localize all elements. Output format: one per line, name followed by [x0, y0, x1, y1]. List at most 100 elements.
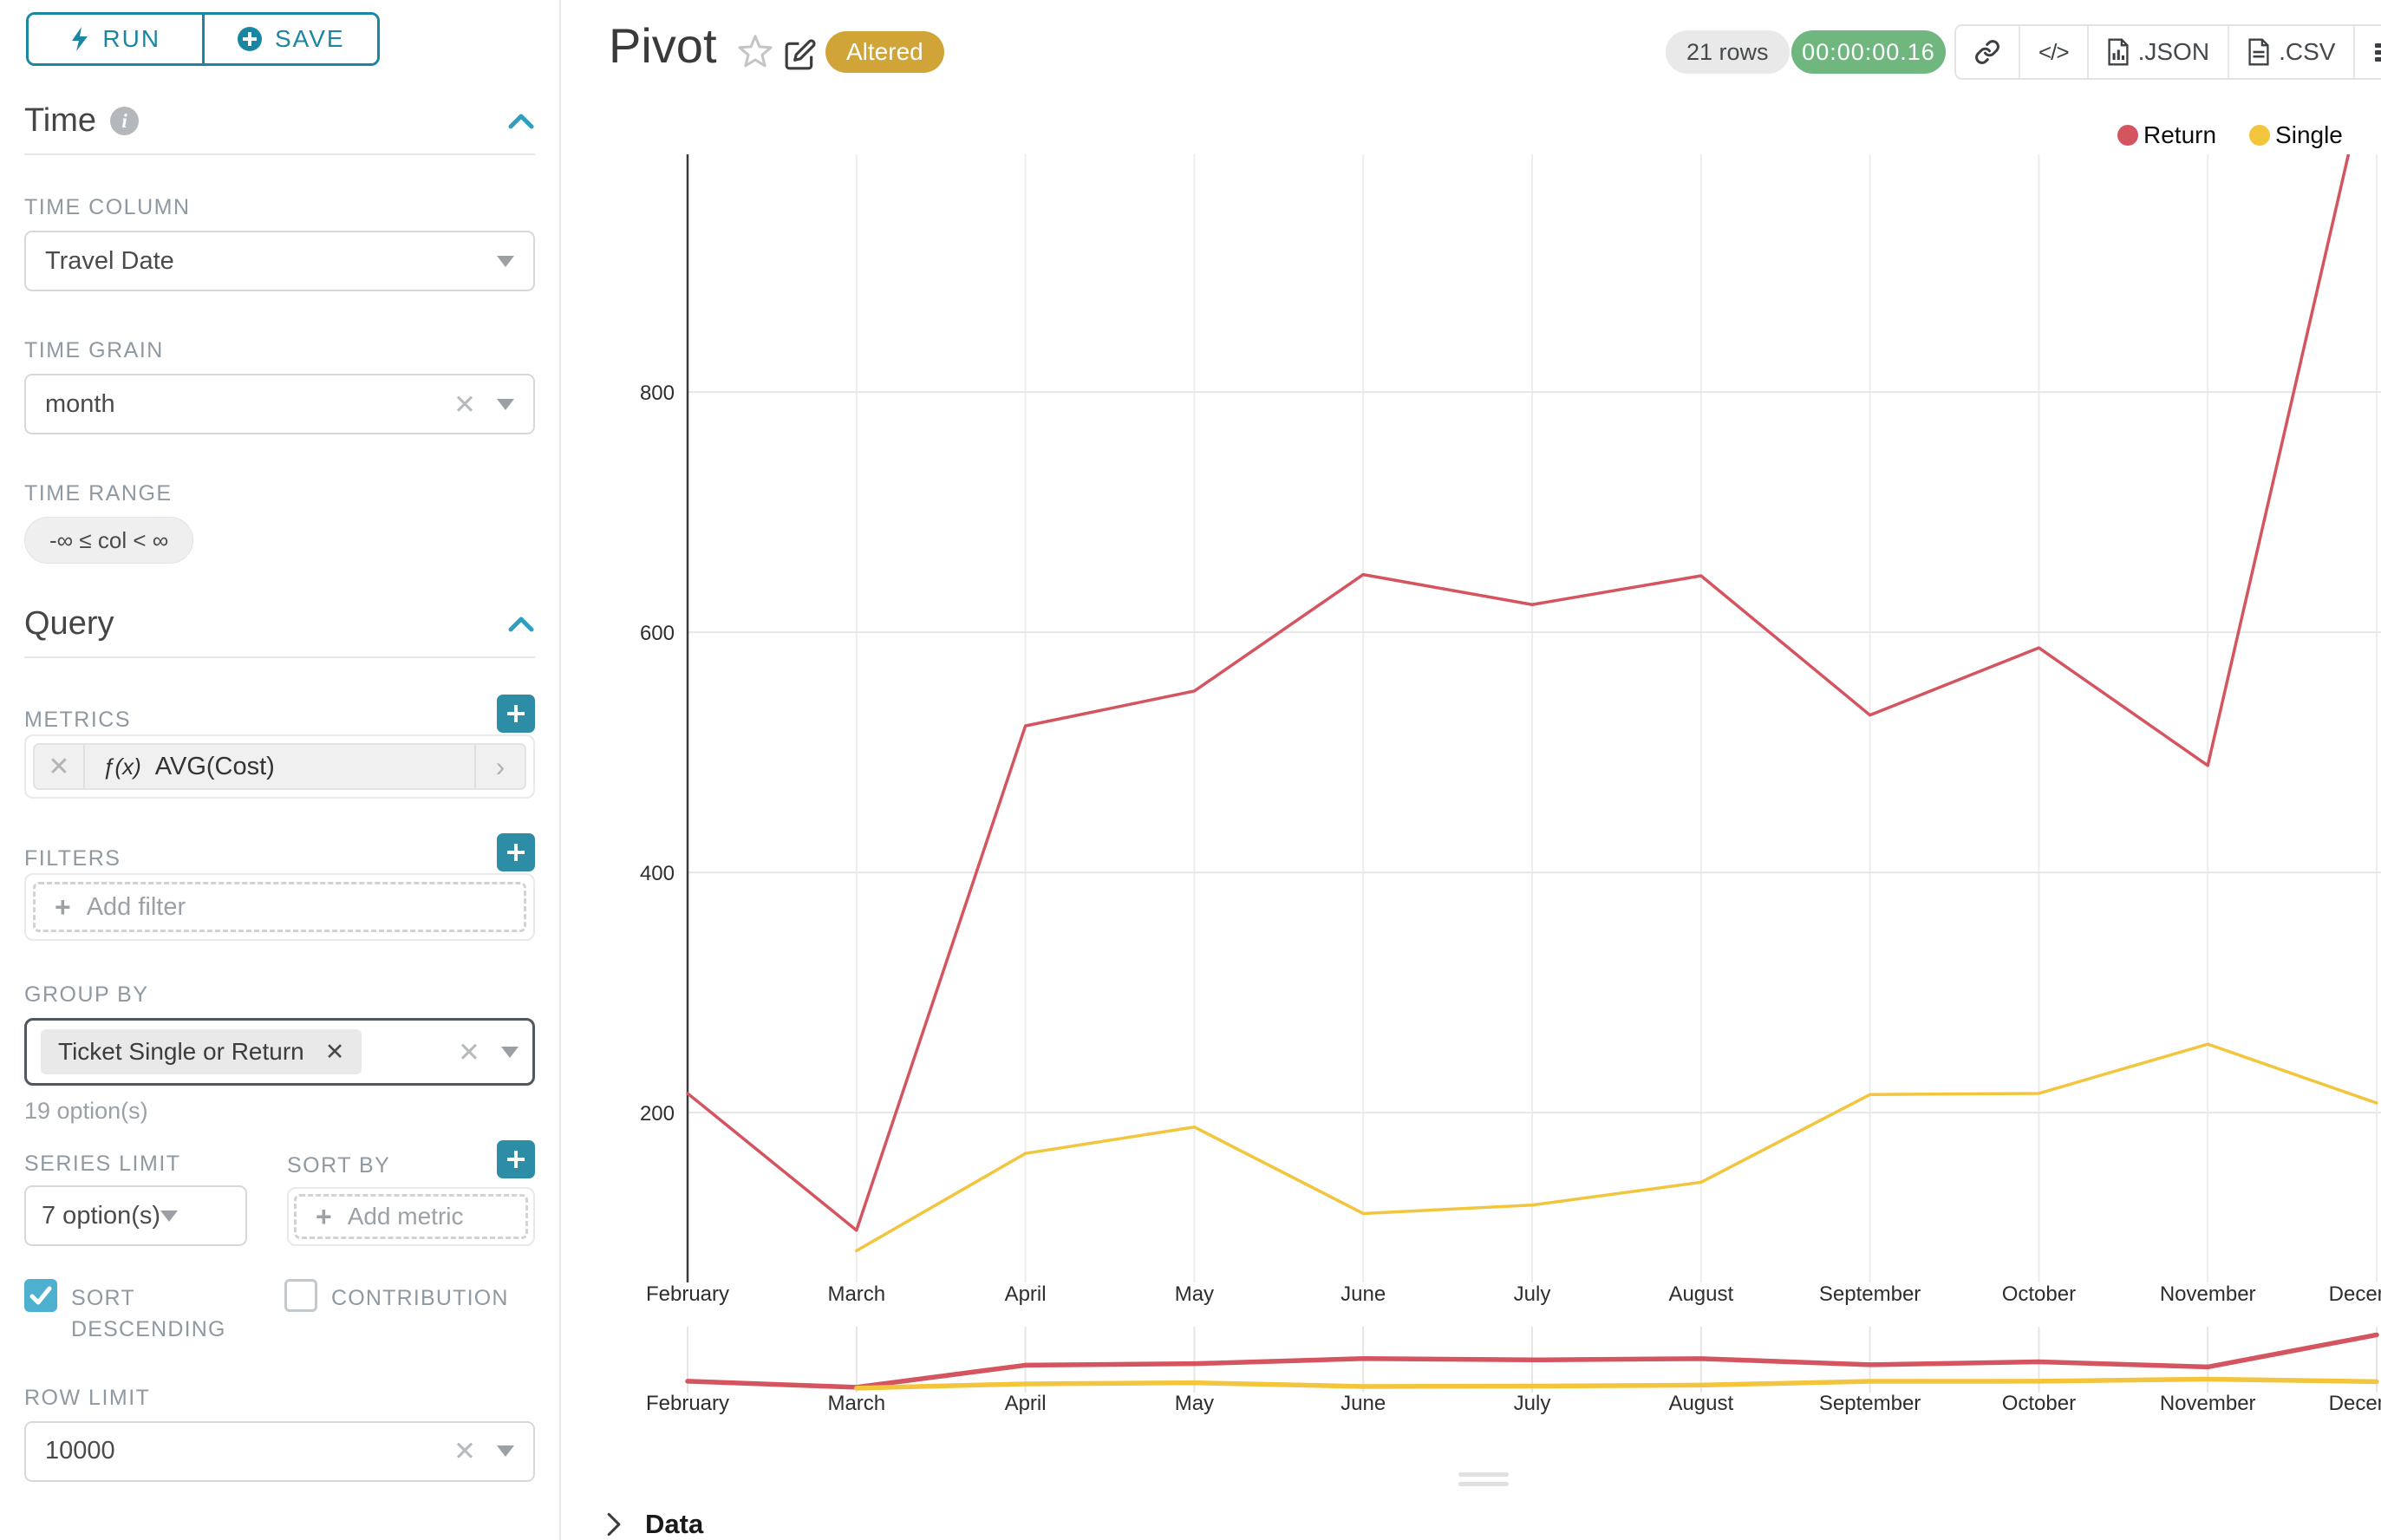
- sort-descending-checkbox[interactable]: [24, 1279, 57, 1312]
- plus-icon: +: [316, 1203, 332, 1230]
- group-by-pill[interactable]: Ticket Single or Return ✕: [41, 1029, 362, 1074]
- mini-x-label: July: [1514, 1392, 1551, 1415]
- row-limit-select[interactable]: 10000 ✕: [24, 1421, 535, 1482]
- data-section-toggle[interactable]: Data: [605, 1509, 703, 1540]
- advanced-analytics-title: Advanced Analytics: [24, 1537, 310, 1540]
- json-button-label: .JSON: [2138, 38, 2209, 66]
- series-limit-value: 7 option(s): [42, 1202, 160, 1230]
- range-selector-minichart[interactable]: FebruaryMarchAprilMayJuneJulyAugustSepte…: [572, 1325, 2381, 1422]
- row-limit-value: 10000: [45, 1437, 453, 1465]
- save-button[interactable]: SAVE: [202, 15, 378, 63]
- time-section-title: Time: [24, 102, 96, 140]
- time-column-select[interactable]: Travel Date: [24, 231, 535, 291]
- x-tick-label: May: [1175, 1282, 1214, 1306]
- caret-down-icon: [501, 1047, 519, 1058]
- y-tick-label: 200: [640, 1102, 675, 1126]
- group-by-label: GROUP BY: [24, 982, 535, 1008]
- series-line-single[interactable]: [857, 1044, 2377, 1250]
- remove-pill-icon[interactable]: ✕: [325, 1039, 345, 1066]
- data-section-label: Data: [645, 1509, 703, 1540]
- time-grain-select[interactable]: month ✕: [24, 374, 535, 434]
- x-tick-label: March: [827, 1282, 885, 1306]
- contribution-checkbox[interactable]: [284, 1279, 317, 1312]
- mini-x-label: March: [827, 1392, 885, 1415]
- plus-icon: +: [55, 893, 71, 921]
- time-section-header[interactable]: Time i: [24, 102, 535, 140]
- chevron-up-icon[interactable]: [507, 616, 535, 633]
- clear-icon[interactable]: ✕: [453, 1438, 476, 1465]
- caret-down-icon: [497, 1445, 514, 1457]
- add-metric-label: Add metric: [348, 1203, 464, 1230]
- check-icon: [29, 1286, 52, 1305]
- section-divider: [24, 153, 535, 155]
- add-metric-button[interactable]: [497, 695, 535, 733]
- add-sort-metric-button[interactable]: [497, 1140, 535, 1178]
- metrics-label: METRICS: [24, 708, 131, 733]
- share-link-button[interactable]: [1956, 26, 2019, 78]
- view-query-button[interactable]: </>: [2019, 26, 2087, 78]
- code-icon: </>: [2039, 39, 2069, 66]
- line-chart[interactable]: 200400600800FebruaryMarchAprilMayJuneJul…: [572, 87, 2381, 1335]
- json-file-icon: [2107, 38, 2130, 66]
- mini-x-label: June: [1341, 1392, 1386, 1415]
- chevron-up-icon[interactable]: [507, 113, 535, 130]
- mini-x-label: October: [2002, 1392, 2076, 1415]
- add-filter-dropzone[interactable]: + Add filter: [33, 882, 526, 932]
- mini-x-label: August: [1668, 1392, 1733, 1415]
- y-tick-label: 600: [640, 622, 675, 645]
- run-button[interactable]: RUN: [29, 15, 202, 63]
- chart-title: Pivot: [609, 17, 717, 74]
- y-tick-label: 400: [640, 862, 675, 885]
- plus-icon: [506, 703, 526, 724]
- plus-icon: [506, 1149, 526, 1170]
- edit-title-icon[interactable]: [784, 38, 817, 71]
- clear-icon[interactable]: ✕: [458, 1039, 480, 1066]
- mini-x-label: February: [646, 1392, 729, 1415]
- query-section-header[interactable]: Query: [24, 605, 535, 643]
- clear-icon[interactable]: ✕: [453, 391, 476, 418]
- add-filter-button[interactable]: [497, 833, 535, 871]
- add-filter-label: Add filter: [87, 893, 186, 922]
- series-limit-label: SERIES LIMIT: [24, 1152, 247, 1177]
- export-csv-button[interactable]: .CSV: [2228, 26, 2353, 78]
- metrics-box: ✕ ƒ(x) AVG(Cost) ›: [24, 734, 535, 799]
- x-tick-label: April: [1005, 1282, 1047, 1306]
- info-icon[interactable]: i: [110, 107, 139, 135]
- time-grain-value: month: [45, 390, 453, 419]
- time-range-label: TIME RANGE: [24, 481, 535, 506]
- metric-pill[interactable]: ✕ ƒ(x) AVG(Cost) ›: [33, 743, 526, 790]
- time-range-pill[interactable]: -∞ ≤ col < ∞: [24, 517, 193, 564]
- explore-view: RUN SAVE Time i TIME COLUMN Travel Date …: [0, 0, 2381, 1540]
- favorite-star-icon[interactable]: [735, 33, 775, 71]
- metric-value: AVG(Cost): [155, 753, 275, 781]
- sort-by-box: + Add metric: [287, 1187, 535, 1246]
- export-json-button[interactable]: .JSON: [2087, 26, 2228, 78]
- export-toolbar: </> .JSON .CSV: [1954, 24, 2381, 80]
- resize-drag-handle[interactable]: [1458, 1472, 1509, 1491]
- remove-metric-icon[interactable]: ✕: [35, 745, 85, 788]
- contribution-label: CONTRIBUTION: [331, 1282, 509, 1314]
- sort-descending-label: SORT DESCENDING: [71, 1282, 284, 1346]
- panel-divider[interactable]: [559, 0, 561, 1540]
- altered-badge[interactable]: Altered: [825, 31, 944, 73]
- run-button-label: RUN: [102, 25, 160, 53]
- plus-icon: [506, 842, 526, 863]
- more-options-button[interactable]: [2353, 26, 2381, 78]
- x-tick-label: July: [1514, 1282, 1551, 1306]
- expand-metric-icon[interactable]: ›: [474, 745, 525, 788]
- add-sort-metric-dropzone[interactable]: + Add metric: [294, 1194, 528, 1239]
- section-divider: [24, 656, 535, 658]
- group-by-select[interactable]: Ticket Single or Return ✕ ✕: [24, 1018, 535, 1086]
- run-save-button-group: RUN SAVE: [26, 12, 380, 66]
- mini-x-label: April: [1005, 1392, 1047, 1415]
- hamburger-menu-icon: [2373, 42, 2381, 62]
- advanced-analytics-header[interactable]: Advanced Analytics i: [24, 1537, 535, 1540]
- filters-box: + Add filter: [24, 873, 535, 941]
- caret-down-icon: [160, 1210, 178, 1222]
- series-limit-select[interactable]: 7 option(s): [24, 1185, 247, 1246]
- query-section-title: Query: [24, 605, 114, 643]
- link-icon: [1974, 39, 2000, 65]
- x-tick-label: August: [1668, 1282, 1733, 1306]
- filters-label: FILTERS: [24, 846, 121, 871]
- x-tick-label: September: [1819, 1282, 1921, 1306]
